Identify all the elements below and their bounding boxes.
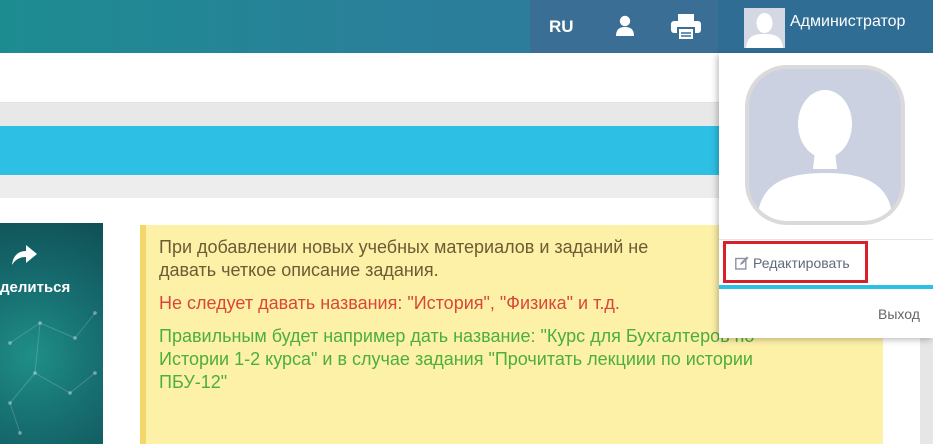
share-label: делиться — [0, 279, 71, 296]
share-card[interactable]: делиться — [0, 223, 103, 444]
notice-line: ПБУ-12" — [159, 372, 228, 392]
user-icon[interactable] — [615, 15, 635, 37]
print-icon[interactable] — [670, 13, 702, 41]
edit-icon — [735, 256, 749, 270]
share-icon — [12, 245, 37, 265]
profile-avatar — [745, 65, 905, 225]
edit-profile-label: Редактировать — [753, 255, 850, 271]
notice-line: Правильным будет например дать название:… — [159, 326, 755, 346]
notice-line: Не следует давать названия: "История", "… — [159, 293, 620, 313]
language-switch[interactable]: RU — [549, 17, 574, 37]
user-dropdown: Редактировать Выход — [719, 53, 933, 338]
notice-line: давать четкое описание задания. — [159, 260, 439, 280]
edit-profile-button[interactable]: Редактировать — [723, 241, 868, 283]
notice-line: Истории 1-2 курса" и в случае задания "П… — [159, 349, 753, 369]
divider — [719, 239, 933, 240]
avatar — [744, 8, 785, 48]
logout-link[interactable]: Выход — [878, 306, 920, 322]
accent-line — [719, 285, 933, 289]
user-name[interactable]: Администратор — [790, 13, 905, 31]
notice-line: При добавлении новых учебных материалов … — [159, 237, 649, 257]
